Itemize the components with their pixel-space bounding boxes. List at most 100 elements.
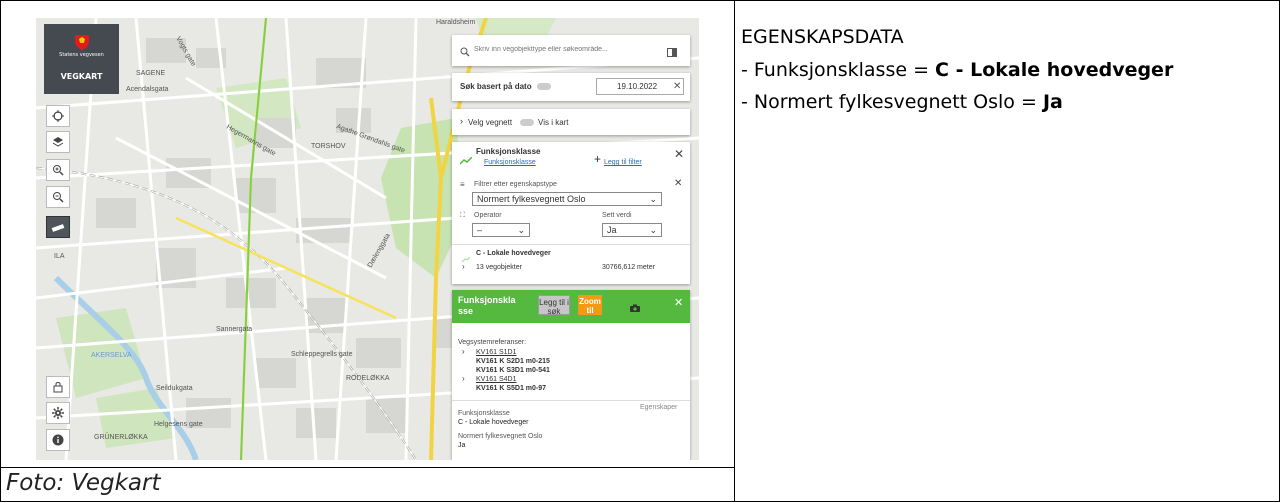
- prop-name: Funksjonsklasse: [458, 410, 510, 417]
- detail-panel: Funksjonskla sse Legg til i søk Zoom til…: [452, 290, 690, 460]
- close-filter-icon[interactable]: ✕: [674, 178, 682, 189]
- operator-select[interactable]: – ⌄: [472, 223, 530, 237]
- map-label: Schleppegrells gate: [291, 351, 353, 358]
- map-label: Acendalsgata: [126, 86, 169, 93]
- map-label: ILA: [54, 253, 65, 260]
- map-label: Haraldsheim: [436, 19, 475, 26]
- line-chart-icon: [459, 152, 473, 170]
- date-label: Søk basert på dato: [460, 82, 532, 91]
- chevron-down-icon: ⌄: [517, 225, 525, 235]
- chevron-right-icon: ›: [460, 116, 463, 126]
- date-panel: Søk basert på dato 19.10.2022 ✕: [452, 73, 690, 101]
- panel-toggle-icon[interactable]: [667, 44, 677, 62]
- property-label: Normert fylkesvegnett Oslo =: [753, 91, 1043, 113]
- network-panel[interactable]: › Velg vegnett Vis i kart: [452, 109, 690, 135]
- measure-button[interactable]: [46, 216, 70, 238]
- chevron-right-icon[interactable]: ›: [462, 262, 465, 271]
- bullet: -: [741, 91, 754, 113]
- close-icon[interactable]: ✕: [674, 296, 683, 309]
- property-normert: - Normert fylkesvegnett Oslo = Ja: [741, 86, 1271, 118]
- column-divider: [734, 0, 735, 502]
- locate-button[interactable]: [46, 105, 70, 127]
- property-value: C - Lokale hovedveger: [935, 59, 1174, 81]
- filter-title: Funksjonsklasse: [476, 147, 541, 156]
- expand-icon: ⛶: [460, 212, 465, 219]
- value-select-value: Ja: [607, 225, 617, 235]
- add-filter-link[interactable]: Legg til filter: [604, 159, 642, 166]
- gear-icon: [52, 404, 64, 423]
- date-value: 19.10.2022: [617, 82, 658, 91]
- app-name: VEGKART: [60, 72, 103, 81]
- date-toggle[interactable]: [537, 83, 551, 90]
- network-label: Velg vegnett: [468, 118, 513, 127]
- operator-label: Operator: [474, 212, 502, 219]
- settings-button[interactable]: [46, 402, 70, 424]
- property-select-value: Normert fylkesvegnett Oslo: [477, 194, 586, 204]
- show-in-map-label: Vis i kart: [538, 118, 569, 127]
- properties-title: EGENSKAPSDATA: [741, 26, 904, 48]
- app-logo[interactable]: Statens vegvesen VEGKART: [44, 24, 119, 94]
- divider: [452, 400, 690, 401]
- search-icon: [460, 44, 470, 62]
- close-icon[interactable]: ✕: [674, 147, 684, 161]
- map-screenshot[interactable]: SAGENE Acendalsgata TORSHOV AKERSELVA RO…: [36, 18, 699, 460]
- zoom-in-button[interactable]: [46, 159, 70, 181]
- result-length: 30766,612 meter: [602, 264, 655, 271]
- zoom-in-icon: [52, 161, 64, 180]
- crosshair-icon: [52, 107, 64, 126]
- result-class: C - Lokale hovedveger: [476, 250, 551, 257]
- map-label: AKERSELVA: [91, 352, 132, 359]
- map-label: GRÜNERLØKKA: [94, 433, 148, 441]
- chevron-right-icon[interactable]: ›: [462, 347, 465, 356]
- property-value: Ja: [1042, 91, 1063, 113]
- property-funksjonsklasse: - Funksjonsklasse = C - Lokale hovedvege…: [741, 54, 1271, 86]
- ref-link[interactable]: KV161 S1D1: [476, 349, 516, 356]
- prop-value: Ja: [458, 442, 466, 449]
- filter-icon: ≡: [460, 180, 465, 189]
- map-label: Helgesens gate: [154, 421, 203, 428]
- map-label: Seildukgata: [156, 385, 193, 392]
- detail-title: Funksjonskla sse: [458, 295, 516, 316]
- map-label: TORSHOV: [311, 143, 346, 150]
- search-input[interactable]: [474, 43, 649, 55]
- value-label: Sett verdi: [602, 212, 632, 219]
- photo-caption: Foto: Vegkart: [6, 470, 161, 496]
- ruler-icon: [51, 218, 65, 237]
- map-label: RODELØKKA: [346, 375, 390, 382]
- info-button[interactable]: [46, 429, 70, 451]
- properties-section: EGENSKAPSDATA - Funksjonsklasse = C - Lo…: [741, 26, 1271, 118]
- zoom-out-icon: [52, 188, 64, 207]
- search-panel[interactable]: [452, 35, 690, 66]
- layers-button[interactable]: [46, 131, 70, 153]
- zoom-out-button[interactable]: [46, 186, 70, 208]
- clear-date-icon[interactable]: ✕: [673, 81, 681, 92]
- value-select[interactable]: Ja ⌄: [602, 223, 662, 237]
- date-field[interactable]: 19.10.2022: [596, 78, 684, 95]
- lock-button[interactable]: [46, 376, 70, 398]
- info-icon: [52, 431, 64, 450]
- property-label: Funksjonsklasse =: [753, 59, 936, 81]
- filter-sub-link[interactable]: Funksjonsklasse: [484, 159, 536, 166]
- map-label: Sannergata: [216, 326, 252, 333]
- lock-icon: [53, 378, 63, 397]
- org-name: Statens vegvesen: [59, 52, 104, 58]
- operator-select-value: –: [477, 225, 483, 235]
- chevron-down-icon: ⌄: [649, 194, 657, 204]
- filter-panel: Funksjonsklasse Funksjonsklasse + Legg t…: [452, 142, 690, 284]
- chevron-right-icon[interactable]: ›: [462, 374, 465, 383]
- add-to-search-button[interactable]: Legg til i søk: [538, 295, 570, 316]
- ref-link[interactable]: KV161 S4D1: [476, 376, 516, 383]
- camera-icon[interactable]: [630, 299, 640, 317]
- chevron-down-icon: ⌄: [649, 225, 657, 235]
- prop-name: Normert fylkesvegnett Oslo: [458, 433, 543, 440]
- property-select[interactable]: Normert fylkesvegnett Oslo ⌄: [472, 192, 662, 206]
- refs-label: Vegsystemreferanser:: [458, 339, 527, 346]
- prop-value: C - Lokale hovedveger: [458, 419, 529, 426]
- coat-of-arms-icon: [73, 33, 91, 51]
- network-toggle[interactable]: [520, 119, 534, 126]
- layers-icon: [52, 133, 64, 152]
- properties-tab[interactable]: Egenskaper: [640, 404, 677, 411]
- divider: [452, 244, 690, 245]
- filter-label: Filtrer etter egenskapstype: [474, 181, 557, 188]
- zoom-to-button[interactable]: Zoom til: [578, 295, 602, 315]
